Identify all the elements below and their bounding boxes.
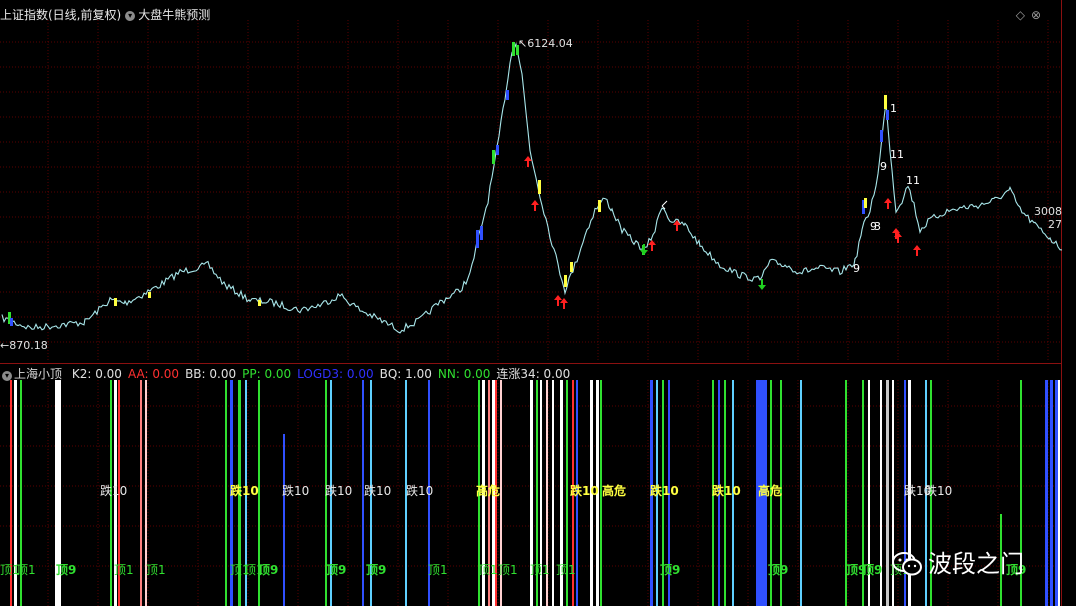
signal-bar — [140, 380, 142, 606]
indicator-value-4: LOGD3: 0.00 — [297, 367, 374, 381]
signal-marker: 9 — [853, 262, 860, 275]
signal-label: 跌10 — [282, 483, 309, 498]
indicator-value-2: BB: 0.00 — [185, 367, 237, 381]
highlight-bar — [492, 150, 495, 164]
highlight-bar — [258, 300, 261, 306]
signal-bar — [552, 380, 554, 606]
indicator-values: K2: 0.00 AA: 0.00 BB: 0.00 PP: 0.00 LOGD3: 0… — [72, 367, 576, 381]
right-price-label-2: 27 — [1048, 218, 1062, 231]
signal-bar — [225, 380, 227, 606]
signal-label: 高危 — [476, 483, 500, 498]
signal-label: 顶9 — [660, 563, 680, 577]
signal-label: 跌10 — [364, 483, 391, 498]
highlight-bar — [480, 226, 483, 240]
indicator-value-5: BQ: 1.00 — [379, 367, 432, 381]
signal-label: 高危 — [602, 483, 626, 498]
indicator-value-7: 连涨34: 0.00 — [496, 367, 571, 381]
signal-label: 顶9 — [56, 563, 76, 577]
signal-marker: 1 — [890, 102, 897, 115]
signal-bar — [1058, 380, 1060, 606]
up-arrow-icon — [531, 200, 539, 211]
signal-label: 顶1 — [498, 563, 518, 577]
signal-label: 顶9 — [862, 563, 882, 577]
signal-label: 顶1 — [556, 563, 576, 577]
signal-label: 顶1 — [16, 563, 36, 577]
up-arrow-icon — [524, 156, 532, 167]
up-arrow-icon — [554, 295, 562, 306]
signal-label: 顶9 — [768, 563, 788, 577]
indicator-title[interactable]: 上海小顶 — [14, 367, 62, 381]
collapse-icon[interactable]: ▾ — [2, 371, 12, 381]
highlight-bar — [598, 200, 601, 212]
highlight-bar — [512, 42, 515, 56]
indicator-value-3: PP: 0.00 — [242, 367, 292, 381]
indicator-value-1: AA: 0.00 — [127, 367, 180, 381]
watermark-text: 波段之门 — [928, 550, 1024, 578]
sub-indicator-header: ▾ 上海小顶 K2: 0.00 AA: 0.00 BB: 0.00 PP: 0.00 LO… — [0, 365, 582, 382]
signal-bar — [800, 380, 802, 606]
signal-bar — [1055, 380, 1058, 606]
up-arrow-icon — [913, 245, 921, 256]
signal-label: 顶9 — [326, 563, 346, 577]
highlight-bar — [864, 198, 867, 208]
down-arrow-icon — [758, 279, 766, 290]
signal-label: 跌10 — [230, 483, 259, 498]
signal-label: 顶1 — [146, 563, 166, 577]
diamond-icon[interactable]: ◇ — [1016, 8, 1025, 22]
highlight-bar — [148, 292, 151, 298]
signal-bar — [886, 380, 889, 606]
dropdown-icon[interactable]: ▾ — [125, 10, 136, 21]
watermark: 波段之门 — [892, 544, 1024, 579]
signal-label: 跌10 — [650, 483, 679, 498]
up-arrow-icon — [884, 198, 892, 209]
signal-label: 跌10 — [325, 483, 352, 498]
high-price-label: ↖6124.04 — [518, 37, 573, 50]
indicator-value-0: K2: 0.00 — [71, 367, 122, 381]
signal-label: 跌10 — [100, 483, 127, 498]
highlight-bar — [496, 145, 499, 155]
wechat-icon — [892, 552, 922, 576]
highlight-bar — [538, 180, 541, 194]
highlight-bar — [886, 110, 889, 120]
signal-label: 跌10 — [406, 483, 433, 498]
signal-label: 顶9 — [258, 563, 278, 577]
highlight-bar — [570, 262, 573, 272]
highlight-bar — [564, 275, 567, 287]
close-icon[interactable]: ⊗ — [1031, 8, 1041, 22]
signal-label: 跌10 — [570, 483, 599, 498]
indicator-name[interactable]: 大盘牛熊预测 — [138, 8, 210, 22]
chart-title[interactable]: 上证指数(日线,前复权) — [0, 8, 121, 22]
signal-marker: 9 — [870, 220, 877, 233]
signal-label: 跌10 — [925, 483, 952, 498]
highlight-bar — [476, 230, 479, 248]
right-price-label: 3008 — [1034, 205, 1062, 218]
highlight-bar — [880, 130, 883, 142]
highlight-bar — [10, 318, 13, 326]
signal-bar — [283, 434, 285, 606]
signal-label: 高危 — [758, 483, 782, 498]
signal-marker: 11 — [906, 174, 920, 187]
signal-label: 跌10 — [712, 483, 741, 498]
price-line — [1, 42, 1062, 334]
highlight-bar — [506, 90, 509, 100]
highlight-bar — [114, 298, 117, 306]
chart-title-bar: 上证指数(日线,前复权) ▾ 大盘牛熊预测 — [0, 6, 210, 23]
signal-label: 顶1 — [428, 563, 448, 577]
signal-bar — [1045, 380, 1048, 606]
indicator-value-6: NN: 0.00 — [437, 367, 491, 381]
highlight-bar — [884, 95, 887, 109]
peak-marker — [661, 200, 668, 210]
low-price-label: ←870.18 — [0, 339, 48, 352]
signal-label: 顶1 — [114, 563, 134, 577]
signal-label: 顶1 — [530, 563, 550, 577]
signal-label: 顶1 — [478, 563, 498, 577]
signal-label: 顶9 — [366, 563, 386, 577]
signal-marker: 9 — [880, 160, 887, 173]
price-chart[interactable]: 191193119 — [0, 0, 1062, 364]
signal-marker: 11 — [890, 148, 904, 161]
signal-bar — [1050, 380, 1053, 606]
main-chart-panel[interactable]: 1 9 11 9 3 11 9 上证指数(日线,前复权) ▾ 大盘牛熊预测 ◇ ⊗ ↖6124.0… — [0, 0, 1062, 364]
corner-controls: ◇ ⊗ — [1010, 8, 1041, 22]
